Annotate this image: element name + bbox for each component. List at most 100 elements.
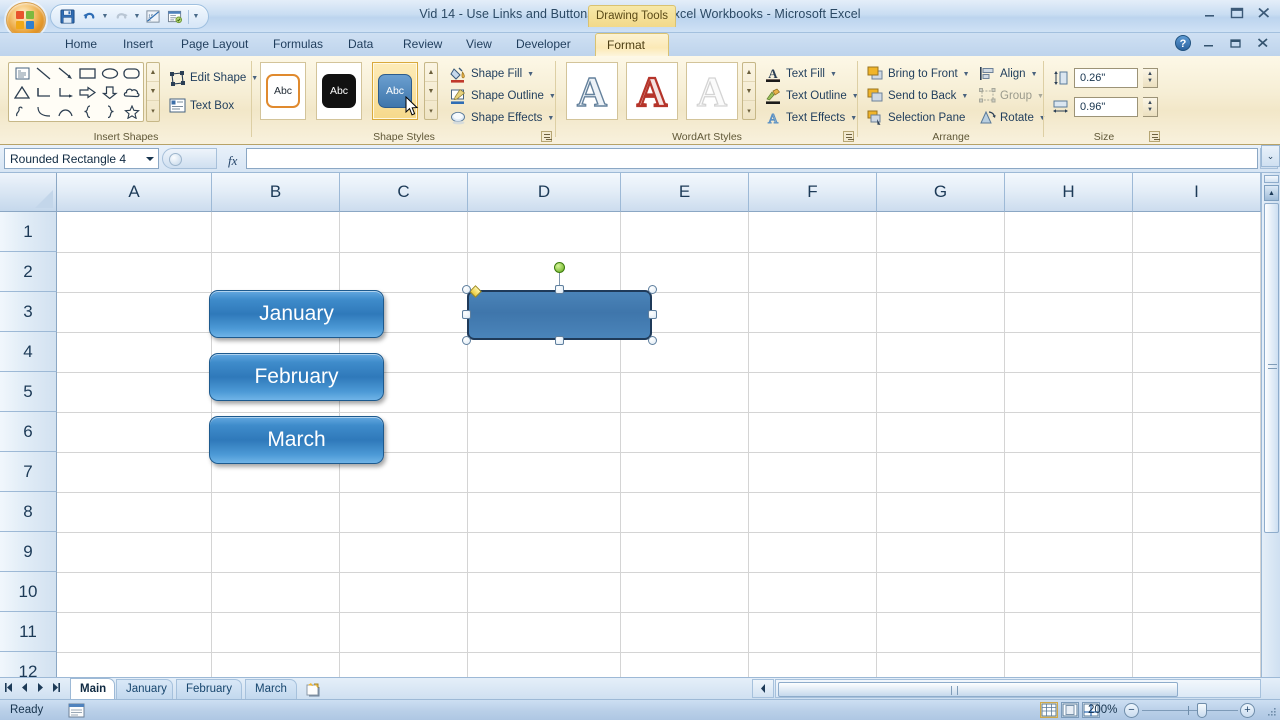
shape-styles-scroll-down-icon[interactable]: ▼	[425, 82, 437, 101]
row-header-5[interactable]: 5	[0, 372, 57, 412]
column-header-c[interactable]: C	[340, 173, 468, 212]
vertical-scrollbar[interactable]: ▲	[1261, 173, 1280, 677]
resize-handle-top-left[interactable]	[462, 285, 471, 294]
split-box[interactable]	[1264, 175, 1279, 183]
chevron-down-icon[interactable]: ▼	[963, 71, 970, 78]
edit-shape-button[interactable]: Edit Shape ▼	[166, 67, 261, 89]
shape-styles-dialog-launcher[interactable]	[541, 131, 552, 142]
wordart-scroll-up-icon[interactable]: ▲	[743, 63, 755, 82]
shape-style-thumb-1[interactable]: Abc	[260, 62, 306, 120]
minimize-workbook-button[interactable]	[1202, 36, 1218, 50]
wordart-thumb-1[interactable]: A	[566, 62, 618, 120]
text-effects-button[interactable]: A Text Effects ▼	[762, 107, 860, 129]
chevron-down-icon[interactable]	[146, 157, 154, 161]
shapes-scroll-down-icon[interactable]: ▼	[147, 82, 159, 101]
resize-handle-bottom-right[interactable]	[648, 336, 657, 345]
tab-home[interactable]: Home	[54, 33, 108, 56]
tab-view[interactable]: View	[455, 33, 503, 56]
wordart-dialog-launcher[interactable]	[843, 131, 854, 142]
resize-grip-icon[interactable]	[1267, 706, 1277, 716]
tab-insert[interactable]: Insert	[112, 33, 164, 56]
shape-styles-gallery-scroll[interactable]: ▲ ▼ ▾	[424, 62, 438, 120]
shape-triangle-icon[interactable]	[11, 83, 33, 102]
bring-to-front-button[interactable]: Bring to Front ▼	[864, 63, 973, 85]
text-outline-button[interactable]: Text Outline ▼	[762, 85, 862, 107]
rotate-handle[interactable]	[554, 262, 565, 273]
february-button[interactable]: February	[209, 353, 384, 401]
column-header-b[interactable]: B	[212, 173, 340, 212]
help-icon[interactable]: ?	[1175, 35, 1191, 51]
shape-cloud-icon[interactable]	[121, 83, 143, 102]
shape-left-brace-icon[interactable]	[77, 102, 99, 121]
shape-down-arrow-icon[interactable]	[99, 83, 121, 102]
resize-handle-top-center[interactable]	[555, 285, 564, 294]
text-box-button[interactable]: Text Box	[166, 95, 237, 117]
shape-styles-more-icon[interactable]: ▾	[425, 101, 437, 120]
close-button[interactable]	[1256, 6, 1272, 20]
horizontal-scrollbar[interactable]	[775, 679, 1261, 698]
wordart-more-icon[interactable]: ▾	[743, 101, 755, 120]
minimize-button[interactable]	[1202, 6, 1218, 20]
january-button[interactable]: January	[209, 290, 384, 338]
page-layout-view-button[interactable]	[1061, 702, 1079, 718]
wordart-thumb-3[interactable]: A	[686, 62, 738, 120]
worksheet-grid[interactable]: A B C D E F G H I 1 2 3 4 5 6 7 8 9 10 1…	[0, 145, 1280, 692]
tab-format[interactable]: Format	[595, 33, 669, 57]
first-sheet-button[interactable]	[3, 681, 14, 695]
horizontal-scroll-thumb[interactable]	[778, 682, 1178, 697]
wordart-thumb-2[interactable]: A	[626, 62, 678, 120]
shape-scribble-icon[interactable]	[11, 102, 33, 121]
tab-review[interactable]: Review	[392, 33, 453, 56]
shape-effects-button[interactable]: Shape Effects ▼	[447, 107, 557, 129]
row-header-8[interactable]: 8	[0, 492, 57, 532]
shape-arrow-icon[interactable]	[55, 64, 77, 83]
zoom-percent-label[interactable]: 200%	[1088, 704, 1117, 716]
row-header-7[interactable]: 7	[0, 452, 57, 492]
chevron-down-icon[interactable]: ▼	[1031, 71, 1038, 78]
shapes-scroll-up-icon[interactable]: ▲	[147, 63, 159, 82]
chevron-down-icon[interactable]: ▼	[961, 93, 968, 100]
close-workbook-button[interactable]	[1256, 36, 1272, 50]
column-header-h[interactable]: H	[1005, 173, 1133, 212]
scroll-top-icon[interactable]: ⌄	[1261, 145, 1280, 167]
column-header-i[interactable]: I	[1133, 173, 1261, 212]
next-sheet-button[interactable]	[35, 681, 46, 695]
column-header-a[interactable]: A	[57, 173, 212, 212]
tab-developer[interactable]: Developer	[505, 33, 582, 56]
cancel-enter-icon[interactable]	[169, 153, 182, 166]
column-header-g[interactable]: G	[877, 173, 1005, 212]
shape-rectangle-icon[interactable]	[77, 64, 99, 83]
size-dialog-launcher[interactable]	[1149, 131, 1160, 142]
resize-handle-bottom-left[interactable]	[462, 336, 471, 345]
scroll-up-icon[interactable]: ▲	[1264, 185, 1279, 201]
column-header-d[interactable]: D	[468, 173, 621, 212]
column-header-f[interactable]: F	[749, 173, 877, 212]
shape-style-thumb-3[interactable]: Abc	[372, 62, 418, 120]
shape-width-spinner[interactable]: ▲ ▼	[1143, 97, 1158, 117]
shape-elbow-arrow-icon[interactable]	[55, 83, 77, 102]
row-header-6[interactable]: 6	[0, 412, 57, 452]
shape-right-brace-icon[interactable]	[99, 102, 121, 121]
wordart-scroll-down-icon[interactable]: ▼	[743, 82, 755, 101]
shape-fill-button[interactable]: Shape Fill ▼	[447, 63, 537, 85]
row-header-3[interactable]: 3	[0, 292, 57, 332]
status-record-macro-icon[interactable]	[68, 703, 86, 718]
name-box[interactable]: Rounded Rectangle 4	[4, 148, 159, 169]
normal-view-button[interactable]	[1040, 702, 1058, 718]
shape-textbox-icon[interactable]	[11, 64, 33, 83]
shapes-more-icon[interactable]: ▾	[147, 101, 159, 120]
shape-curve-icon[interactable]	[33, 102, 55, 121]
shape-width-input[interactable]: 0.96"	[1074, 97, 1138, 117]
tab-page-layout[interactable]: Page Layout	[170, 33, 259, 56]
formula-input[interactable]	[246, 148, 1258, 169]
shape-star-icon[interactable]	[121, 102, 143, 121]
select-all-button[interactable]	[0, 173, 57, 212]
row-header-4[interactable]: 4	[0, 332, 57, 372]
row-header-1[interactable]: 1	[0, 212, 57, 252]
shape-outline-button[interactable]: Shape Outline ▼	[447, 85, 559, 107]
shape-line-icon[interactable]	[33, 64, 55, 83]
shape-elbow-connector-icon[interactable]	[33, 83, 55, 102]
selection-pane-button[interactable]: Selection Pane	[864, 107, 968, 129]
wordart-gallery-scroll[interactable]: ▲ ▼ ▾	[742, 62, 756, 120]
shape-styles-scroll-up-icon[interactable]: ▲	[425, 63, 437, 82]
